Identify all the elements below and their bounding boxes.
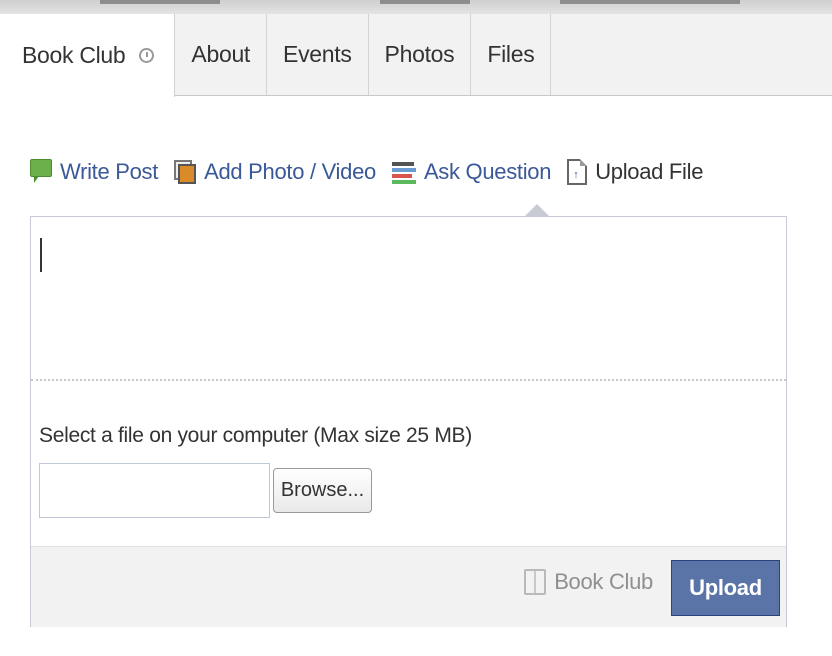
action-label: Upload File xyxy=(595,159,704,184)
tab-events[interactable]: Events xyxy=(267,14,369,95)
composer-pointer xyxy=(525,204,549,216)
text-caret xyxy=(40,238,42,272)
upload-file-action[interactable]: ↑ Upload File xyxy=(567,159,703,185)
browse-button[interactable]: Browse... xyxy=(273,468,372,513)
upload-file-composer: Select a file on your computer (Max size… xyxy=(30,216,787,627)
tab-label: Book Club xyxy=(22,42,126,68)
tab-photos[interactable]: Photos xyxy=(369,14,472,95)
tab-files[interactable]: Files xyxy=(471,14,552,95)
file-select-label: Select a file on your computer (Max size… xyxy=(39,424,472,447)
photo-icon xyxy=(174,160,197,184)
clock-icon xyxy=(139,48,155,63)
composer-actions: Write Post Add Photo / Video Ask Questio… xyxy=(30,150,719,194)
tab-bar-filler xyxy=(551,14,832,95)
upload-button[interactable]: Upload xyxy=(671,560,780,616)
ask-question-action[interactable]: Ask Question xyxy=(391,159,552,185)
audience-label: Book Club xyxy=(554,569,653,594)
question-icon xyxy=(391,160,416,184)
tab-label: About xyxy=(191,41,251,67)
add-photo-video-action[interactable]: Add Photo / Video xyxy=(174,159,376,185)
file-path-input[interactable] xyxy=(39,463,270,518)
document-upload-icon: ↑ xyxy=(567,159,588,185)
message-textarea[interactable] xyxy=(31,217,786,379)
speech-bubble-icon xyxy=(30,159,52,185)
tab-label: Events xyxy=(283,41,352,67)
group-tab-bar: Book Club About Events Photos Files xyxy=(0,14,832,97)
audience-selector[interactable]: Book Club xyxy=(524,569,653,595)
write-post-action[interactable]: Write Post xyxy=(30,159,158,185)
tab-book-club[interactable]: Book Club xyxy=(0,14,176,97)
action-label: Ask Question xyxy=(423,159,552,184)
composer-footer: Book Club Upload xyxy=(31,546,786,627)
action-label: Write Post xyxy=(60,159,159,184)
tab-label: Files xyxy=(487,41,535,67)
page: Book Club About Events Photos Files Writ… xyxy=(0,0,832,656)
tab-about[interactable]: About xyxy=(175,14,268,95)
tab-label: Photos xyxy=(384,41,455,67)
action-label: Add Photo / Video xyxy=(204,159,376,184)
dotted-divider xyxy=(31,379,786,381)
book-icon xyxy=(524,569,547,595)
